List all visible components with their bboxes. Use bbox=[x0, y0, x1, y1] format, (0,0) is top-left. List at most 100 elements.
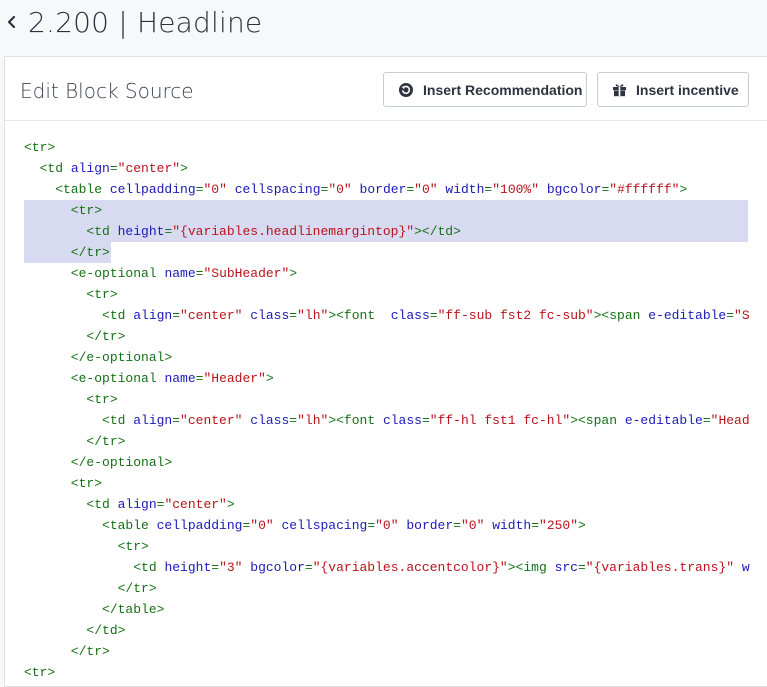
code-token: align bbox=[70, 161, 110, 176]
code-token: "250" bbox=[539, 518, 579, 533]
code-token: = bbox=[421, 413, 430, 428]
code-token: = bbox=[109, 161, 118, 176]
code-token: <table bbox=[24, 518, 157, 533]
code-line: <e-optional name="SubHeader"> bbox=[24, 263, 297, 284]
code-token: </tr> bbox=[24, 245, 110, 260]
code-line: </table> bbox=[24, 599, 164, 620]
code-line: <td align="center"> bbox=[24, 158, 188, 179]
code-token: ><span bbox=[593, 308, 649, 323]
code-line: <e-optional name="Header"> bbox=[24, 368, 274, 389]
code-token: = bbox=[172, 308, 181, 323]
code-token: = bbox=[172, 413, 181, 428]
code-line: <td align="center"> bbox=[24, 494, 234, 515]
code-token: </table> bbox=[24, 602, 165, 617]
code-token: align bbox=[133, 413, 173, 428]
code-token: <td bbox=[24, 413, 134, 428]
code-token: ><font bbox=[328, 413, 383, 428]
code-token: "Header" bbox=[203, 371, 266, 386]
code-token: <e-optional bbox=[24, 371, 165, 386]
code-line: <tr> bbox=[24, 389, 118, 410]
code-token: "3" bbox=[219, 560, 243, 575]
code-editor[interactable]: <tr> <td align="center"> <table cellpadd… bbox=[5, 121, 767, 687]
code-token: "lh" bbox=[297, 413, 329, 428]
code-line: </td> bbox=[24, 620, 125, 641]
insert-incentive-label: Insert incentive bbox=[636, 81, 739, 98]
code-token: "center" bbox=[164, 497, 227, 512]
code-token: "0" bbox=[250, 518, 274, 533]
panel-title: Edit Block Source bbox=[20, 79, 194, 103]
code-token: "ff-hl fst1 fc-hl" bbox=[429, 413, 571, 428]
code-token: border bbox=[406, 518, 454, 533]
code-token: <table bbox=[24, 182, 110, 197]
code-token: </tr> bbox=[24, 581, 157, 596]
code-token: cellspacing bbox=[281, 518, 368, 533]
code-token: height bbox=[164, 560, 212, 575]
code-token: = bbox=[367, 518, 376, 533]
code-token: class bbox=[250, 413, 290, 428]
code-token: > bbox=[289, 266, 298, 281]
code-line: <td align="center" class="lh"><font clas… bbox=[24, 305, 750, 326]
code-token: "0" bbox=[414, 182, 438, 197]
code-token: width bbox=[445, 182, 485, 197]
code-token: <td bbox=[24, 308, 134, 323]
insert-recommendation-button[interactable]: Insert Recommendation bbox=[383, 72, 587, 107]
code-token: cellpadding bbox=[109, 182, 196, 197]
code-token: "center" bbox=[117, 161, 181, 176]
code-token: <td bbox=[24, 560, 165, 575]
code-token: <tr> bbox=[24, 140, 56, 155]
code-token: </e-optional> bbox=[24, 350, 173, 365]
code-token: <td bbox=[24, 161, 71, 176]
code-token: width bbox=[492, 518, 532, 533]
code-token: > bbox=[180, 161, 188, 176]
code-token: height bbox=[117, 224, 165, 239]
code-token: class bbox=[382, 413, 422, 428]
code-token: cellspacing bbox=[234, 182, 321, 197]
code-token: cellpadding bbox=[156, 518, 243, 533]
code-line: <tr> bbox=[24, 137, 55, 158]
code-line: </e-optional> bbox=[24, 452, 172, 473]
code-token: "{variables.accentcolor}" bbox=[312, 560, 508, 575]
gift-icon bbox=[612, 82, 627, 97]
code-token: = bbox=[702, 413, 711, 428]
code-token: "0" bbox=[375, 518, 399, 533]
code-token: <td bbox=[24, 497, 118, 512]
code-token: w bbox=[741, 560, 750, 575]
chevron-left-icon[interactable] bbox=[5, 12, 17, 32]
code-token: "center" bbox=[180, 413, 243, 428]
code-token: = bbox=[577, 560, 586, 575]
insert-incentive-button[interactable]: Insert incentive bbox=[597, 72, 749, 107]
code-token: <tr> bbox=[24, 476, 103, 491]
code-token: ><img bbox=[507, 560, 555, 575]
code-token: class bbox=[390, 308, 430, 323]
code-token: "#ffffff" bbox=[609, 182, 680, 197]
code-line: </tr> bbox=[24, 431, 125, 452]
code-token: = bbox=[726, 308, 735, 323]
code-token: ><font bbox=[328, 308, 391, 323]
code-token: </tr> bbox=[24, 644, 110, 659]
code-token: align bbox=[117, 497, 157, 512]
code-line: <table cellpadding="0" cellspacing="0" b… bbox=[24, 515, 586, 536]
code-token: = bbox=[531, 518, 540, 533]
code-token: "S bbox=[734, 308, 750, 323]
code-line: <td height="{variables.headlinemargintop… bbox=[24, 221, 461, 242]
code-token: "0" bbox=[203, 182, 227, 197]
code-token: "lh" bbox=[297, 308, 329, 323]
code-token: name bbox=[164, 266, 196, 281]
code-token: "SubHeader" bbox=[203, 266, 290, 281]
top-bar: 2.200 | Headline bbox=[0, 0, 767, 50]
code-token: </tr> bbox=[24, 329, 126, 344]
code-token: class bbox=[250, 308, 290, 323]
code-token: "100%" bbox=[492, 182, 540, 197]
code-line: <table cellpadding="0" cellspacing="0" b… bbox=[24, 179, 687, 200]
code-token: "Head bbox=[710, 413, 750, 428]
code-token: <tr> bbox=[24, 392, 118, 407]
code-token: "{variables.trans}" bbox=[585, 560, 735, 575]
code-token: </tr> bbox=[24, 434, 126, 449]
code-line: </tr> bbox=[24, 326, 125, 347]
code-token: <tr> bbox=[24, 203, 103, 218]
code-token: = bbox=[211, 560, 220, 575]
code-token: ></td> bbox=[414, 224, 461, 239]
